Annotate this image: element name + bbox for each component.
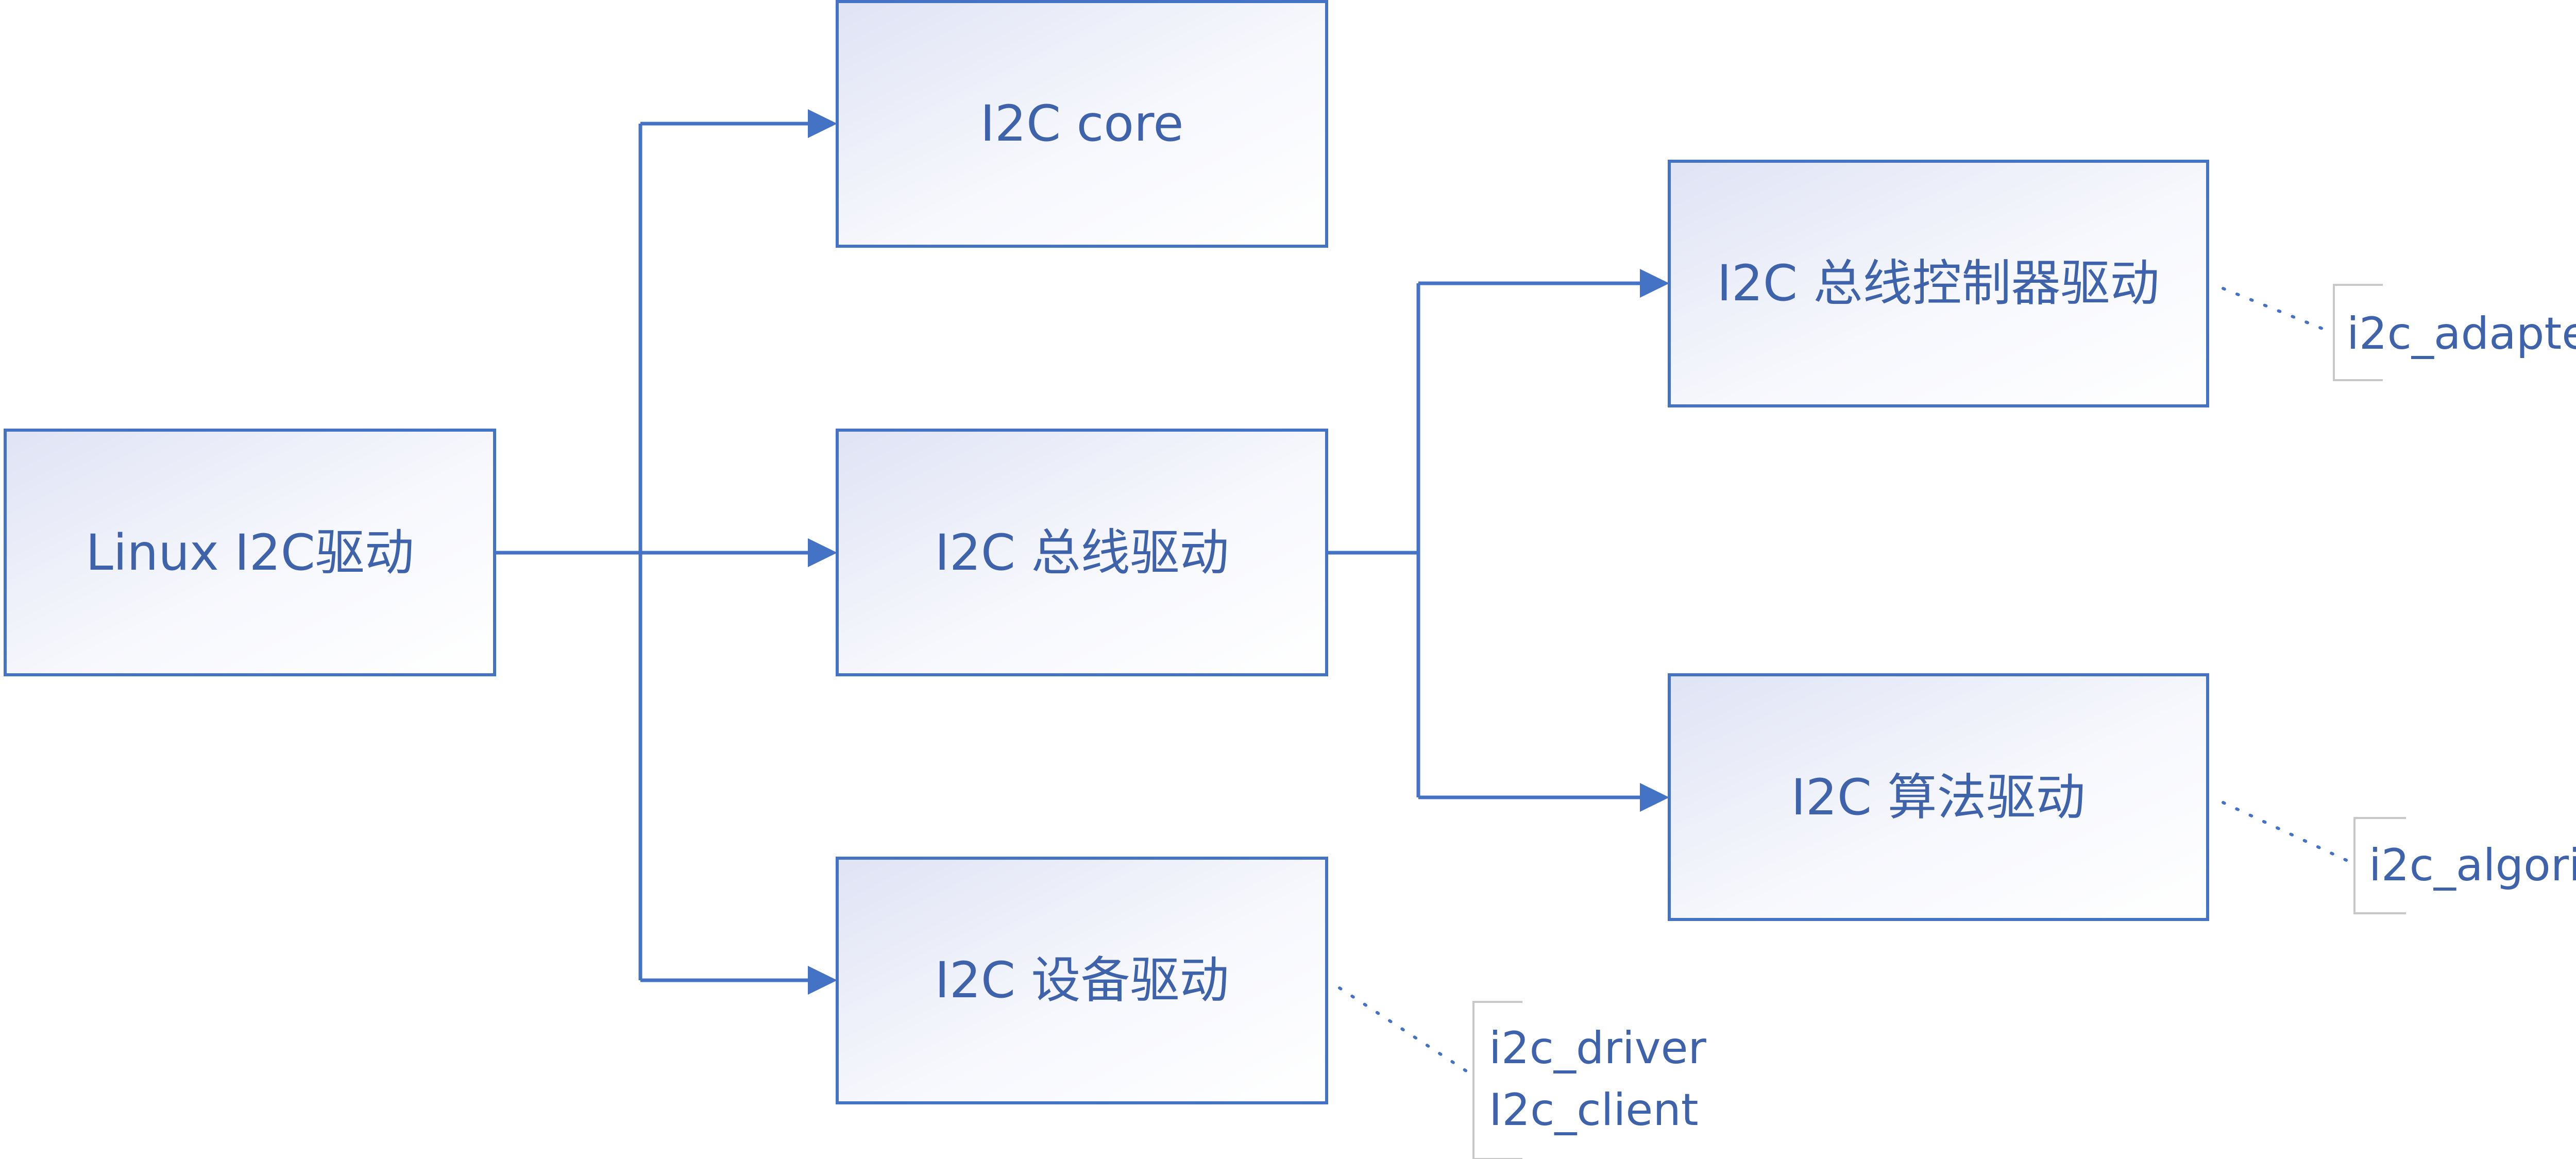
node-label: I2C 算法驱动 [1791,769,2086,826]
node-linux-i2c-driver[interactable]: Linux I2C驱动 [4,429,496,676]
arrowhead-device [808,966,837,995]
annotation-leader [2222,287,2333,334]
node-i2c-device-driver[interactable]: I2C 设备驱动 [836,857,1328,1104]
annotation-algorithm: i2c_algorithm [2222,801,2576,914]
boxes: Linux I2C驱动 I2C core I2C 总线驱动 I2C 设备驱动 I… [4,0,2209,1104]
node-label: I2C core [980,95,1184,152]
arrowhead-algorithm [1640,783,1669,812]
node-i2c-bus-controller-driver[interactable]: I2C 总线控制器驱动 [1668,160,2209,407]
node-label: I2C 总线控制器驱动 [1717,254,2160,312]
node-i2c-bus-driver[interactable]: I2C 总线驱动 [836,429,1328,676]
annotation-label: i2c_algorithm [2369,840,2576,891]
arrowhead-bus [808,538,837,567]
arrowhead-core [808,109,837,138]
annotation-label: i2c_adapter [2347,308,2576,360]
node-label: I2C 总线驱动 [935,524,1229,582]
annotation-device: i2c_driver I2c_client [1338,986,1707,1159]
annotation-leader [1338,986,1472,1076]
node-i2c-core[interactable]: I2C core [836,0,1328,248]
annotation-label-client: I2c_client [1489,1084,1699,1136]
arrowhead-bus-controller [1640,269,1669,298]
i2c-driver-diagram: Linux I2C驱动 I2C core I2C 总线驱动 I2C 设备驱动 I… [4,0,2576,1159]
node-i2c-algorithm-driver[interactable]: I2C 算法驱动 [1668,673,2209,921]
node-label: I2C 设备驱动 [935,951,1229,1009]
annotation-leader [2222,801,2353,864]
node-label: Linux I2C驱动 [86,524,414,582]
annotation-label-driver: i2c_driver [1489,1022,1707,1074]
annotation-adapter: i2c_adapter [2222,284,2576,381]
